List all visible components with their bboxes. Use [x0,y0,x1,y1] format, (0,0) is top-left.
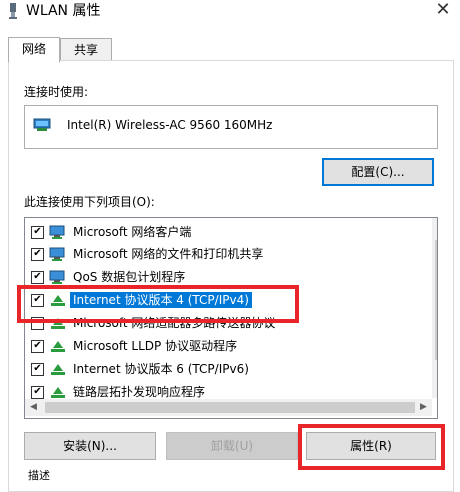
items-label: 此连接使用下列项目(O): [24,195,155,209]
scroll-up-icon[interactable]: ▲ [432,218,437,235]
items-listbox[interactable]: ✔ Microsoft 网络客户端 ✔ Microsoft 网络的文件和打印机共… [24,217,438,419]
protocol-icon [51,341,65,352]
list-item[interactable]: ✔ QoS 数据包计划程序 [25,267,420,289]
scroll-down-icon[interactable]: ▼ [432,381,437,398]
protocol-icon [51,387,65,398]
close-button[interactable]: ✕ [428,0,458,22]
item-label: Microsoft 网络的文件和打印机共享 [73,247,264,261]
item-label: Microsoft LLDP 协议驱动程序 [73,339,238,353]
tab-network[interactable]: 网络 [8,37,60,63]
scroll-right-icon[interactable]: ▶ [415,399,432,416]
item-checkbox[interactable] [31,317,44,330]
qos-scheduler-icon [49,270,65,284]
list-item[interactable]: ✔ Microsoft 网络客户端 [25,222,420,244]
scroll-left-icon[interactable]: ◀ [25,399,42,416]
vertical-scroll-thumb[interactable] [435,240,437,360]
protocol-icon [51,295,65,306]
network-adapter-icon [33,118,51,131]
horizontal-scroll-thumb[interactable] [45,402,415,413]
item-label: Internet 协议版本 6 (TCP/IPv6) [73,362,249,376]
item-label: QoS 数据包计划程序 [73,270,186,284]
network-client-icon [49,225,65,239]
adapter-box: Intel(R) Wireless-AC 9560 160MHz [24,105,438,149]
list-item[interactable]: Microsoft 网络适配器多路传送器协议 [25,313,420,335]
list-item[interactable]: ✔ Microsoft 网络的文件和打印机共享 [25,244,420,266]
item-label: 链路层拓扑发现响应程序 [73,385,206,399]
item-checkbox[interactable]: ✔ [31,386,44,399]
configure-button[interactable]: 配置(C)... [322,158,434,186]
connect-using-label: 连接时使用: [24,85,89,99]
close-icon[interactable]: ✕ [435,0,450,20]
list-item[interactable]: ✔ Internet 协议版本 4 (TCP/IPv4) [25,290,420,312]
list-item[interactable]: ✔ Internet 协议版本 6 (TCP/IPv6) [25,359,420,381]
protocol-icon [51,364,65,375]
item-checkbox[interactable]: ✔ [31,363,44,376]
item-label: Microsoft 网络客户端 [73,225,192,239]
properties-button[interactable]: 属性(R) [306,432,436,460]
file-printer-sharing-icon [49,247,65,261]
item-checkbox[interactable]: ✔ [31,294,44,307]
network-adapter-icon [9,3,17,19]
item-checkbox[interactable]: ✔ [31,340,44,353]
item-label: Internet 协议版本 4 (TCP/IPv4) [70,292,252,308]
install-button[interactable]: 安装(N)... [24,432,156,460]
item-checkbox[interactable]: ✔ [31,248,44,261]
list-item[interactable]: ✔ Microsoft LLDP 协议驱动程序 [25,336,420,358]
title-bar: WLAN 属性 ✕ [0,0,460,26]
item-checkbox[interactable]: ✔ [31,226,44,239]
protocol-icon [51,318,65,329]
item-checkbox[interactable]: ✔ [31,271,44,284]
description-label: 描述 [28,469,50,482]
window-title: WLAN 属性 [26,3,101,19]
tab-share[interactable]: 共享 [60,38,112,62]
item-label: Microsoft 网络适配器多路传送器协议 [73,316,276,330]
uninstall-button[interactable]: 卸载(U) [166,432,298,460]
adapter-name: Intel(R) Wireless-AC 9560 160MHz [67,118,273,132]
